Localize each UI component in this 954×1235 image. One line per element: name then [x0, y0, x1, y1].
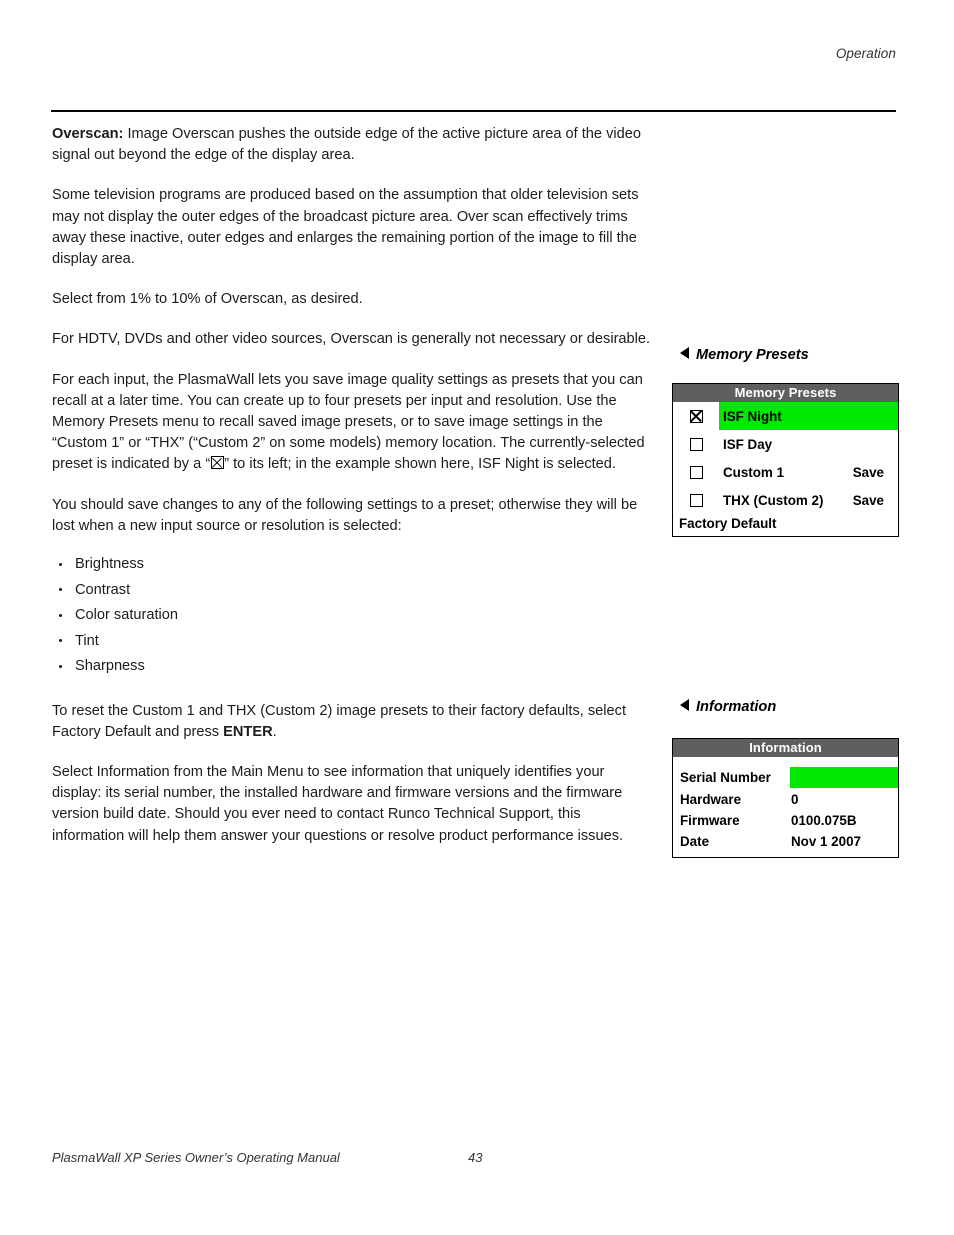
- memory-preset-save-button[interactable]: Save: [853, 493, 884, 508]
- memory-preset-label: Custom 1: [723, 464, 785, 480]
- factory-default-text-part-2: .: [272, 723, 277, 740]
- unchecked-checkbox-icon[interactable]: [689, 437, 703, 451]
- enter-key-label: ENTER: [223, 723, 273, 740]
- callout-memory-presets: Memory Presets: [680, 347, 809, 363]
- factory-default-menu-item[interactable]: Factory Default: [673, 514, 898, 536]
- list-item: Brightness: [52, 554, 656, 580]
- factory-default-text-part-1: To reset the Custom 1 and THX (Custom 2)…: [52, 702, 627, 740]
- memory-presets-menu-title: Memory Presets: [673, 384, 898, 402]
- memory-preset-row-isf-day[interactable]: ISF Day: [673, 430, 898, 458]
- paragraph-overscan-range: Select from 1% to 10% of Overscan, as de…: [52, 291, 363, 308]
- memory-presets-rows: ISF Night ISF Day Custom 1 Save THX (Cus…: [673, 402, 898, 536]
- memory-preset-label: ISF Night: [723, 408, 782, 424]
- memory-preset-checkbox-cell[interactable]: [673, 437, 719, 451]
- information-row-value: Nov 1 2007: [791, 834, 861, 849]
- information-row-date: Date Nov 1 2007: [673, 831, 898, 852]
- header-rule: [51, 110, 896, 112]
- memory-preset-row-custom-1[interactable]: Custom 1 Save: [673, 458, 898, 486]
- footer-manual-title: PlasmaWall XP Series Owner’s Operating M…: [52, 1150, 340, 1165]
- callout-information: Information: [680, 699, 776, 715]
- left-triangle-icon: [680, 347, 689, 359]
- settings-bullet-list: Brightness Contrast Color saturation Tin…: [52, 554, 656, 682]
- information-row-key: Serial Number: [680, 770, 771, 785]
- information-menu-title: Information: [673, 739, 898, 757]
- paragraph-factory-default: To reset the Custom 1 and THX (Custom 2)…: [52, 701, 656, 743]
- information-row-value: 0100.075B: [791, 813, 857, 828]
- memory-preset-row-fill: ISF Night: [719, 402, 898, 430]
- memory-preset-row-fill: Custom 1 Save: [719, 458, 898, 486]
- serial-number-redaction-bar: [790, 767, 898, 788]
- information-row-key: Hardware: [680, 792, 742, 807]
- memory-preset-checkbox-cell[interactable]: [673, 493, 719, 507]
- paragraph-information-intro: Select Information from the Main Menu to…: [52, 763, 624, 844]
- memory-preset-row-isf-night[interactable]: ISF Night: [673, 402, 898, 430]
- running-head: Operation: [835, 46, 896, 61]
- callout-memory-presets-label: Memory Presets: [696, 347, 809, 363]
- memory-preset-label: ISF Day: [723, 436, 773, 452]
- memory-preset-row-fill: ISF Day: [719, 430, 898, 458]
- paragraph-overscan-definition: Overscan: Image Overscan pushes the outs…: [52, 124, 656, 166]
- manual-page: Operation Overscan: Image Overscan pushe…: [0, 0, 954, 1235]
- information-row-firmware: Firmware 0100.075B: [673, 810, 898, 831]
- memory-preset-checkbox-cell[interactable]: [673, 409, 719, 423]
- memory-preset-checkbox-cell[interactable]: [673, 465, 719, 479]
- checked-box-icon: [210, 456, 224, 470]
- information-row-key: Date: [680, 834, 710, 849]
- memory-preset-save-button[interactable]: Save: [853, 465, 884, 480]
- list-item: Tint: [52, 631, 656, 657]
- overscan-term: Overscan:: [52, 126, 124, 142]
- overscan-definition-text: Image Overscan pushes the outside edge o…: [52, 126, 641, 164]
- list-item: Sharpness: [52, 656, 656, 682]
- paragraph-save-changes: You should save changes to any of the fo…: [52, 496, 638, 534]
- information-row-hardware: Hardware 0: [673, 789, 898, 810]
- paragraph-television-programs: Some television programs are produced ba…: [52, 187, 639, 268]
- information-row-value: 0: [791, 792, 799, 807]
- body-column: Overscan: Image Overscan pushes the outs…: [52, 124, 656, 866]
- memory-presets-menu[interactable]: Memory Presets ISF Night ISF Day Custom …: [672, 383, 899, 537]
- information-menu[interactable]: Information Serial Number Hardware 0 Fir…: [672, 738, 899, 858]
- left-triangle-icon: [680, 699, 689, 711]
- memory-preset-label: THX (Custom 2): [723, 492, 824, 508]
- memory-preset-row-thx-custom-2[interactable]: THX (Custom 2) Save: [673, 486, 898, 514]
- paragraph-memory-presets-intro: For each input, the PlasmaWall lets you …: [52, 370, 656, 476]
- information-rows: Serial Number Hardware 0 Firmware 0100.0…: [673, 757, 898, 857]
- information-row-key: Firmware: [680, 813, 740, 828]
- list-item: Contrast: [52, 580, 656, 606]
- paragraph-hdtv-dvd: For HDTV, DVDs and other video sources, …: [52, 331, 651, 348]
- footer-page-number: 43: [468, 1150, 483, 1165]
- unchecked-checkbox-icon[interactable]: [689, 493, 703, 507]
- information-row-serial-number: Serial Number: [673, 766, 898, 789]
- unchecked-checkbox-icon[interactable]: [689, 465, 703, 479]
- checked-checkbox-icon[interactable]: [689, 409, 703, 423]
- memory-preset-row-fill: THX (Custom 2) Save: [719, 486, 898, 514]
- callout-information-label: Information: [696, 699, 777, 715]
- page-footer: PlasmaWall XP Series Owner’s Operating M…: [0, 1150, 954, 1190]
- list-item: Color saturation: [52, 605, 656, 631]
- memory-presets-intro-part-2: ” to its left; in the example shown here…: [224, 456, 616, 473]
